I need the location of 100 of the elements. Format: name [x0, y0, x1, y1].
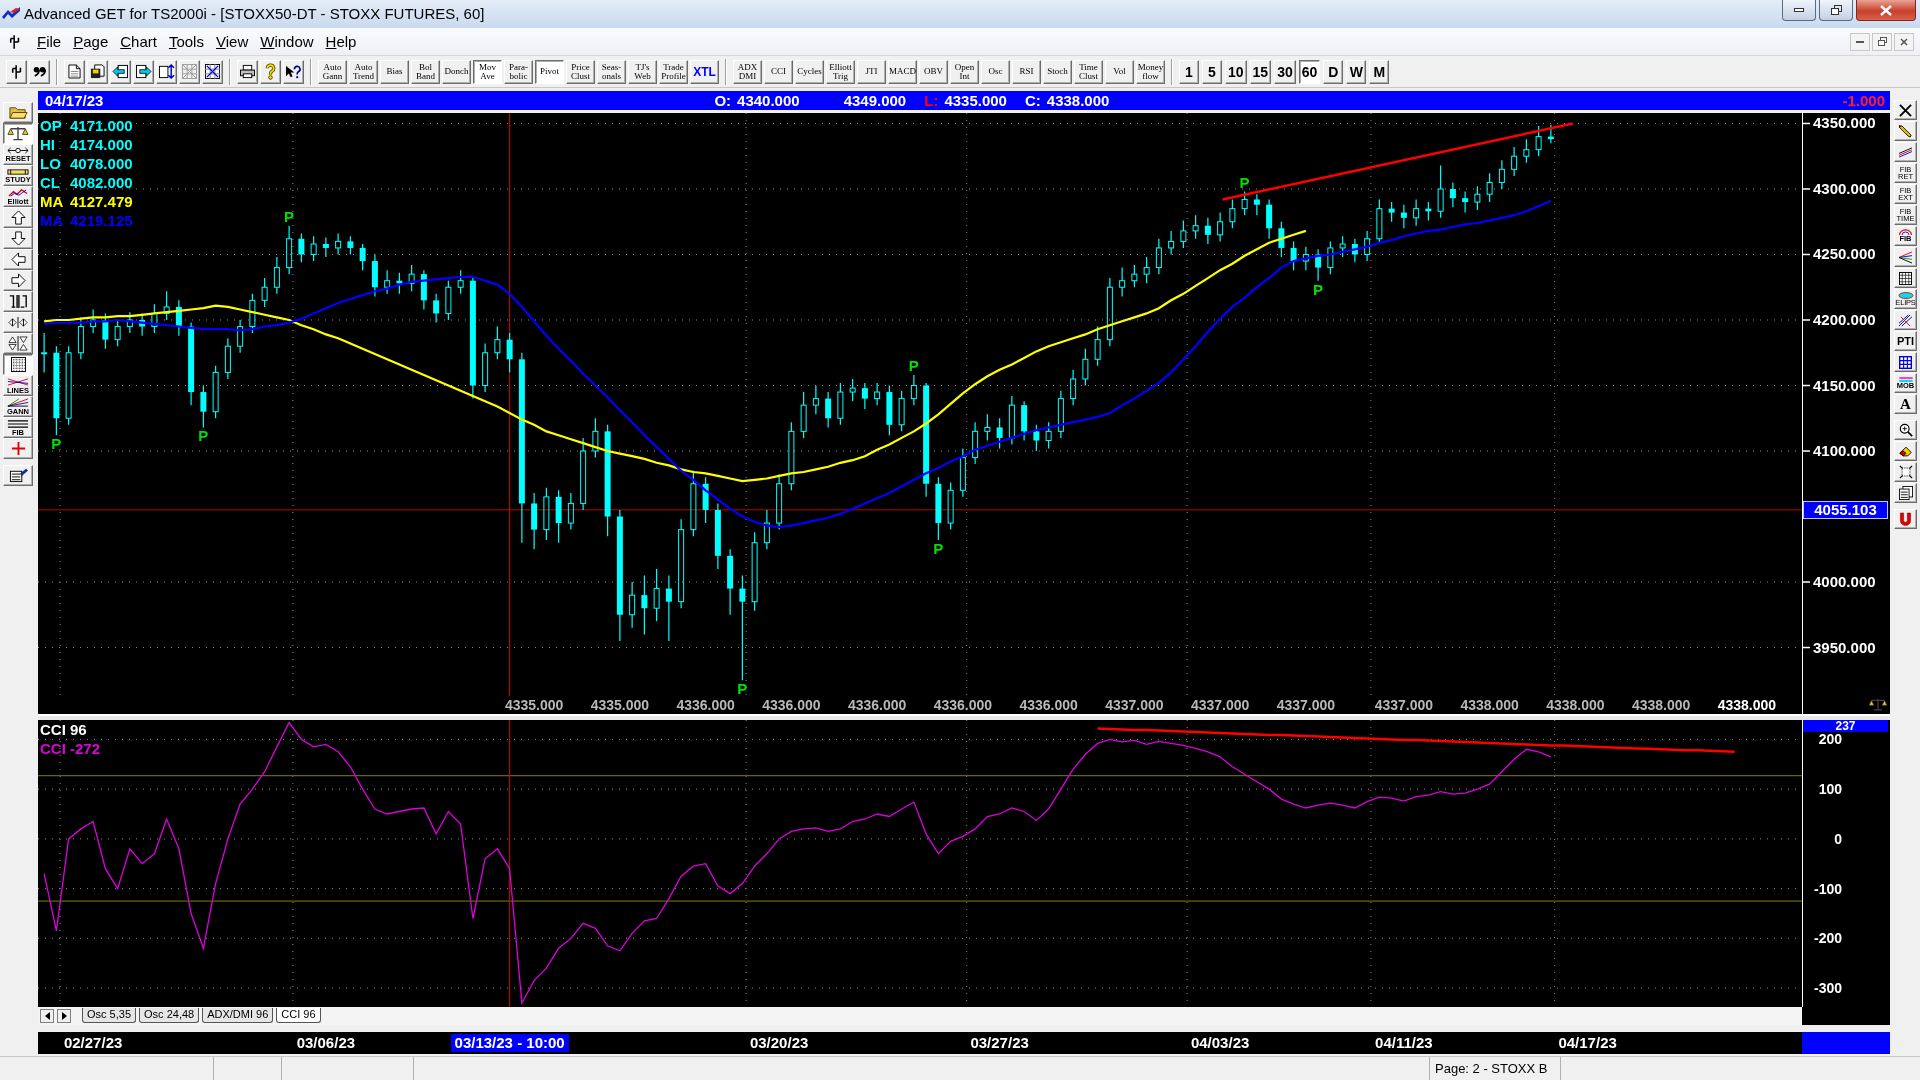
scroll-left-button[interactable]: [40, 1009, 54, 1023]
candlestick: [200, 384, 207, 429]
study-button[interactable]: TJ's Web: [628, 59, 657, 84]
interval-button[interactable]: M: [1369, 59, 1390, 84]
context-help-button[interactable]: [283, 59, 304, 84]
menu-item[interactable]: Chart: [114, 30, 163, 53]
interval-button[interactable]: 10: [1225, 59, 1247, 84]
study-button[interactable]: Pivot: [535, 59, 564, 84]
restore-button[interactable]: [1819, 0, 1853, 21]
down-button[interactable]: [3, 228, 33, 249]
balance-button[interactable]: [3, 123, 33, 144]
study-button[interactable]: JTI: [857, 59, 886, 84]
scale-label: 4337.000: [1105, 696, 1164, 714]
report-button[interactable]: [3, 465, 33, 486]
interval-button[interactable]: 15: [1249, 59, 1272, 84]
status-text: Page: 2 - STOXX B: [1435, 1061, 1548, 1076]
sheet-tab[interactable]: Osc 5,35: [82, 1007, 137, 1023]
interval-button[interactable]: 60: [1298, 59, 1321, 84]
scroll-right-button[interactable]: [57, 1009, 71, 1023]
pti-button[interactable]: PTI: [1894, 331, 1917, 351]
swap-page-button[interactable]: [156, 59, 177, 84]
study-button[interactable]: Cycles: [795, 59, 824, 84]
minimize-button[interactable]: [1782, 0, 1816, 21]
study-button[interactable]: ADX DMI: [733, 59, 762, 84]
menu-item[interactable]: Help: [319, 30, 363, 53]
sheet-tab[interactable]: ADX/DMI 96: [202, 1007, 274, 1023]
sheet-tab[interactable]: Osc 24,48: [139, 1007, 200, 1023]
study-button[interactable]: Mov Ave: [473, 59, 502, 84]
up-button[interactable]: [3, 207, 33, 228]
study-button[interactable]: Stoch: [1043, 59, 1072, 84]
interval-button[interactable]: 1: [1179, 59, 1199, 84]
minimize-button[interactable]: [1850, 32, 1870, 51]
previous-page-button[interactable]: [110, 59, 131, 84]
study-button[interactable]: OBV: [919, 59, 948, 84]
menu-item[interactable]: View: [209, 30, 255, 53]
sheet-tab[interactable]: CCI 96: [276, 1007, 321, 1023]
channel-button[interactable]: [1894, 142, 1917, 162]
save-button[interactable]: [87, 59, 108, 84]
study-button[interactable]: Para-bolic: [504, 59, 533, 84]
crosshair-button[interactable]: [3, 438, 33, 459]
help-button[interactable]: [260, 59, 281, 84]
text-button[interactable]: A: [1894, 394, 1917, 414]
study-button[interactable]: CCI: [764, 59, 793, 84]
candlestick: [1449, 181, 1456, 208]
open-button[interactable]: [3, 102, 33, 123]
candlestick: [298, 232, 305, 263]
menu-item[interactable]: Window: [254, 30, 320, 53]
right-button[interactable]: [3, 270, 33, 291]
study-button[interactable]: Bol Band: [411, 59, 440, 84]
left-button[interactable]: [3, 249, 33, 270]
quote-button[interactable]: [29, 59, 50, 84]
candlestick: [1119, 267, 1126, 298]
interval-button[interactable]: 30: [1274, 59, 1296, 84]
parallel-lines-icon: [1898, 146, 1913, 158]
zoom-button[interactable]: [1894, 420, 1917, 440]
study-button[interactable]: XTL: [690, 59, 719, 84]
new-page-button[interactable]: [64, 59, 85, 84]
crossed-lines-button[interactable]: [1894, 310, 1917, 330]
restore-button[interactable]: [1872, 32, 1892, 51]
study-button[interactable]: Trade Profile: [659, 59, 688, 84]
restore-icon: [1830, 5, 1842, 15]
fan-button[interactable]: [1894, 247, 1917, 267]
menu-item[interactable]: Tools: [162, 30, 210, 53]
interval-button[interactable]: W: [1346, 59, 1367, 84]
study-button[interactable]: Donch: [442, 59, 471, 84]
vertical-zoom-button[interactable]: [3, 333, 33, 354]
print-button[interactable]: [237, 59, 258, 84]
interval-button[interactable]: 5: [1202, 59, 1222, 84]
study-button[interactable]: Bias: [380, 59, 409, 84]
folder-icon: [8, 105, 28, 120]
squeeze-button[interactable]: [3, 291, 33, 312]
clear-button[interactable]: [1894, 100, 1917, 120]
study-button[interactable]: Price Clust: [566, 59, 595, 84]
grid-icon: [1899, 271, 1912, 285]
study-button[interactable]: Vol: [1105, 59, 1134, 84]
pencil-button[interactable]: [1894, 121, 1917, 141]
grid-button[interactable]: [3, 354, 33, 375]
candlestick: [347, 235, 354, 256]
study-button[interactable]: Money flow: [1136, 59, 1165, 84]
study-button[interactable]: Open Int: [950, 59, 979, 84]
eraser-button[interactable]: [1894, 441, 1917, 461]
study-button[interactable]: Auto Trend: [349, 59, 378, 84]
axis-label: 4300.000: [1813, 180, 1876, 198]
menu-item[interactable]: Page: [67, 30, 115, 53]
study-button[interactable]: RSI: [1012, 59, 1041, 84]
symbol-button[interactable]: [6, 59, 27, 84]
menu-item[interactable]: File: [31, 30, 68, 53]
pages-button[interactable]: [1894, 483, 1917, 503]
study-button[interactable]: Seas-onals: [597, 59, 626, 84]
study-button[interactable]: MACD: [888, 59, 917, 84]
interval-button[interactable]: D: [1323, 59, 1344, 84]
study-button[interactable]: Osc: [981, 59, 1010, 84]
study-button[interactable]: Time Clust: [1074, 59, 1103, 84]
fit-button[interactable]: [1894, 462, 1917, 482]
close-button[interactable]: [1856, 0, 1916, 21]
magnet-button[interactable]: [1894, 509, 1917, 529]
next-page-button[interactable]: [133, 59, 154, 84]
study-button[interactable]: Elliott Trig: [826, 59, 855, 84]
horizontal-zoom-button[interactable]: [3, 312, 33, 333]
study-button[interactable]: Auto Gann: [318, 59, 347, 84]
